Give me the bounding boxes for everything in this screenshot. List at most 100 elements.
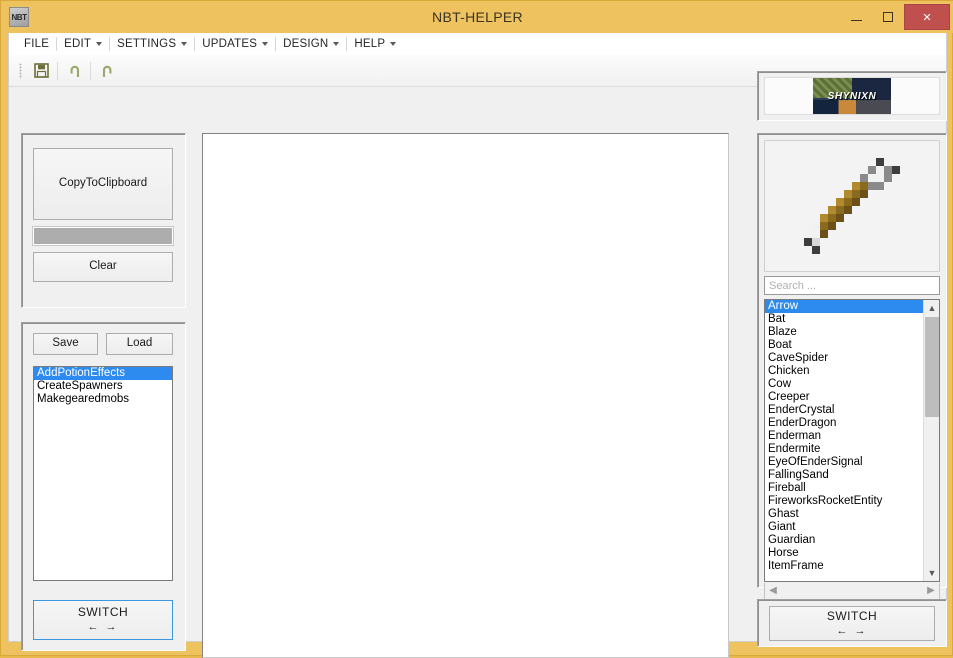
arrow-pixel	[868, 182, 876, 190]
arrow-pixel	[884, 174, 892, 182]
entity-list-item[interactable]: Chicken	[765, 365, 923, 378]
toolbar-grip[interactable]	[19, 62, 22, 79]
load-preset-button[interactable]: Load	[106, 333, 173, 355]
entity-list-item[interactable]: Cow	[765, 378, 923, 391]
arrow-pixel	[876, 158, 884, 166]
client-area: FILE EDIT SETTINGS UPDATES DESIGN HELP C…	[8, 33, 947, 658]
switch-right-button[interactable]: SWITCH ← →	[769, 606, 935, 641]
entity-list-item[interactable]: Bat	[765, 313, 923, 326]
toolbar-separator	[90, 61, 91, 80]
switch-left-button[interactable]: SWITCH ← →	[33, 600, 173, 640]
arrow-pixel	[852, 190, 860, 198]
arrow-pixel	[860, 190, 868, 198]
entity-list-item[interactable]: Endermite	[765, 443, 923, 456]
scroll-left-icon[interactable]: ◀	[765, 583, 781, 598]
entity-list-item[interactable]: Ghast	[765, 508, 923, 521]
arrow-pixel	[852, 198, 860, 206]
arrow-pixel	[828, 206, 836, 214]
application-window: NBT NBT-HELPER × FILE EDIT SETTINGS UPDA…	[0, 0, 953, 658]
menu-item-file[interactable]: FILE	[17, 34, 56, 54]
arrow-pixel	[828, 214, 836, 222]
save-icon	[33, 63, 49, 78]
entity-listbox[interactable]: Arrow Bat Blaze Boat CaveSpider Chicken Cow Cre…	[764, 299, 940, 582]
entity-list-vertical-scrollbar[interactable]: ▲ ▼	[923, 300, 939, 581]
entity-list-item[interactable]: ItemFrame	[765, 560, 923, 573]
save-preset-button[interactable]: Save	[33, 333, 98, 355]
menu-item-design[interactable]: DESIGN	[276, 34, 346, 54]
entity-list-horizontal-scrollbar[interactable]: ◀ ▶	[764, 583, 940, 600]
minimize-button[interactable]	[840, 1, 872, 33]
entity-list-item[interactable]: Guardian	[765, 534, 923, 547]
arrow-pixel	[844, 190, 852, 198]
switch-arrows-icon: ← →	[836, 624, 868, 637]
chevron-down-icon	[390, 41, 397, 46]
save-button[interactable]	[28, 59, 54, 83]
arrow-pixel	[852, 182, 860, 190]
copy-to-clipboard-button[interactable]: CopyToClipboard	[33, 148, 173, 220]
arrow-pixel	[836, 198, 844, 206]
list-item[interactable]: AddPotionEffects	[34, 367, 172, 380]
redo-icon	[102, 65, 111, 78]
list-item[interactable]: CreateSpawners	[34, 380, 172, 393]
menu-label: SETTINGS	[117, 37, 177, 50]
scroll-right-icon[interactable]: ▶	[923, 583, 939, 598]
menu-label: DESIGN	[283, 37, 329, 50]
entity-list-item[interactable]: Fireball	[765, 482, 923, 495]
window-title: NBT-HELPER	[432, 9, 523, 25]
maximize-icon	[883, 12, 893, 22]
window-controls: ×	[840, 1, 953, 33]
entity-list-item[interactable]: Enderman	[765, 430, 923, 443]
arrow-pixel	[892, 166, 900, 174]
entity-list-item[interactable]: Arrow	[765, 300, 923, 313]
title-bar: NBT NBT-HELPER ×	[1, 1, 953, 33]
banner-image[interactable]: SHYNIXN	[764, 77, 940, 115]
arrow-pixel	[876, 174, 884, 182]
nbt-editor-textarea[interactable]	[202, 133, 729, 658]
banner-text: SHYNIXN	[827, 90, 877, 102]
entity-list-item[interactable]: EyeOfEnderSignal	[765, 456, 923, 469]
scroll-down-icon[interactable]: ▼	[924, 565, 939, 581]
scroll-up-icon[interactable]: ▲	[924, 300, 939, 316]
chevron-down-icon	[96, 41, 103, 46]
entity-list-item[interactable]: EnderCrystal	[765, 404, 923, 417]
clear-button[interactable]: Clear	[33, 252, 173, 282]
scrollbar-thumb[interactable]	[925, 317, 939, 417]
menu-item-settings[interactable]: SETTINGS	[110, 34, 194, 54]
close-button[interactable]: ×	[904, 4, 950, 30]
maximize-button[interactable]	[872, 1, 904, 33]
chevron-down-icon	[333, 41, 340, 46]
entity-list-item[interactable]: CaveSpider	[765, 352, 923, 365]
banner-panel: SHYNIXN	[757, 71, 947, 121]
entity-list-item[interactable]: Horse	[765, 547, 923, 560]
entity-list-item[interactable]: EnderDragon	[765, 417, 923, 430]
list-item[interactable]: Makegearedmobs	[34, 393, 172, 406]
presets-listbox[interactable]: AddPotionEffects CreateSpawners Makegear…	[33, 366, 173, 581]
entity-list-item[interactable]: FireworksRocketEntity	[765, 495, 923, 508]
entity-list-item[interactable]: Creeper	[765, 391, 923, 404]
menu-item-help[interactable]: HELP	[347, 34, 403, 54]
minimize-icon	[850, 20, 862, 21]
switch-arrows-icon: ← →	[87, 621, 119, 634]
toolbar-separator	[57, 61, 58, 80]
presets-panel: Save Load AddPotionEffects CreateSpawner…	[21, 322, 186, 651]
undo-button[interactable]	[61, 59, 87, 83]
menu-item-updates[interactable]: UPDATES	[195, 34, 275, 54]
actions-panel: CopyToClipboard Clear	[21, 133, 186, 308]
entity-list-item[interactable]: Blaze	[765, 326, 923, 339]
undo-icon	[70, 65, 79, 78]
arrow-pixel	[868, 174, 876, 182]
entity-list-item[interactable]: Giant	[765, 521, 923, 534]
arrow-pixel	[820, 222, 828, 230]
search-input[interactable]	[764, 276, 940, 295]
switch-right-panel: SWITCH ← →	[757, 599, 947, 647]
entity-list-item[interactable]: FallingSand	[765, 469, 923, 482]
arrow-pixel	[828, 222, 836, 230]
arrow-pixel	[868, 166, 876, 174]
arrow-pixel	[860, 182, 868, 190]
menu-label: HELP	[354, 37, 386, 50]
menu-item-edit[interactable]: EDIT	[57, 34, 109, 54]
item-preview	[764, 140, 940, 272]
arrow-pixel	[804, 230, 812, 238]
redo-button[interactable]	[94, 59, 120, 83]
entity-list-item[interactable]: Boat	[765, 339, 923, 352]
